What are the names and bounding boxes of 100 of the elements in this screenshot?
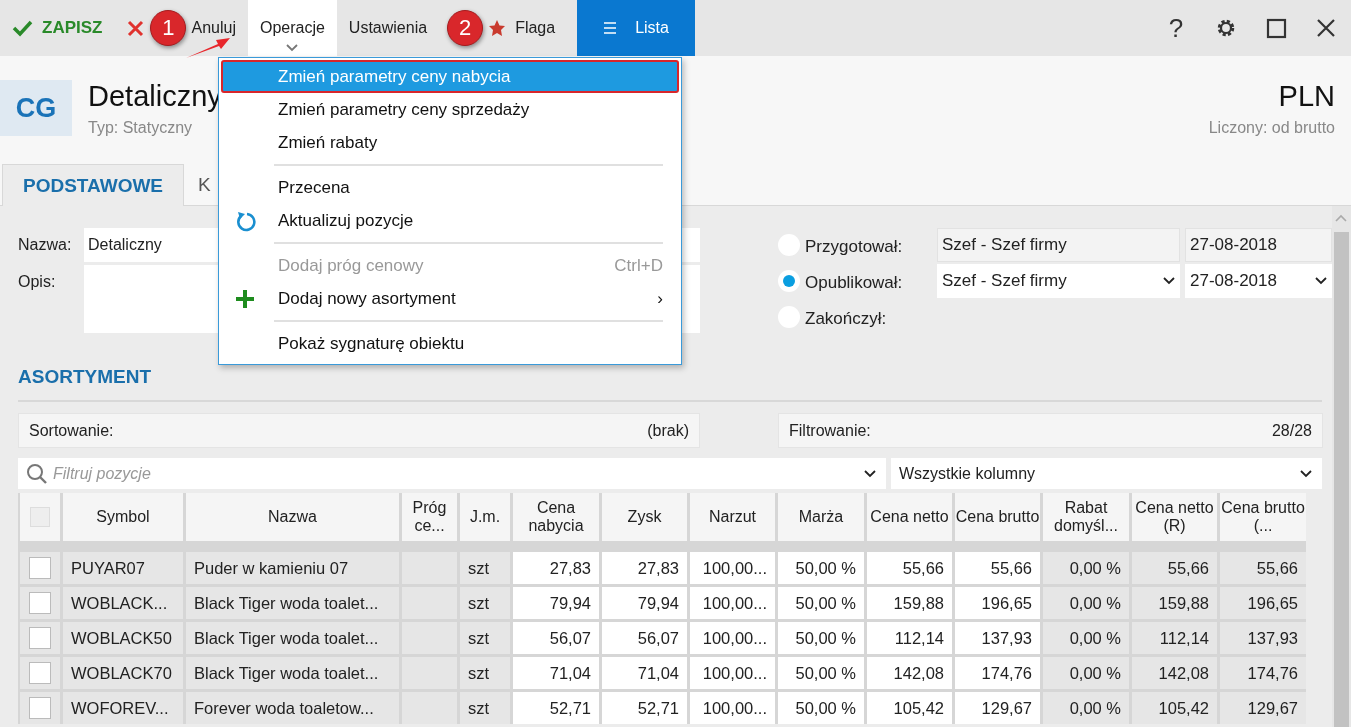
radio-button[interactable] bbox=[778, 270, 800, 292]
table-cell: 174,76 bbox=[955, 657, 1040, 689]
checkbox[interactable] bbox=[29, 662, 51, 684]
scrollbar[interactable] bbox=[1332, 206, 1351, 727]
table-cell: 55,66 bbox=[867, 552, 952, 584]
table-cell: 100,00... bbox=[690, 622, 775, 654]
refresh-icon bbox=[235, 211, 257, 233]
list-button[interactable]: Lista bbox=[577, 0, 695, 56]
save-button[interactable]: ZAPISZ bbox=[0, 0, 115, 56]
table-cell: 79,94 bbox=[513, 587, 599, 619]
table-cell: 0,00 % bbox=[1043, 622, 1129, 654]
menu-icon bbox=[603, 21, 618, 35]
table-cell: 55,66 bbox=[1220, 552, 1306, 584]
filtering-value: 28/28 bbox=[1271, 421, 1312, 440]
date-dropdown[interactable]: 27-08-2018 bbox=[1185, 264, 1332, 298]
table-cell: 55,66 bbox=[1132, 552, 1217, 584]
column-header[interactable]: Cena netto bbox=[867, 493, 952, 544]
column-header[interactable]: Cena netto (R) bbox=[1132, 493, 1217, 544]
shortcut-label: Ctrl+D bbox=[614, 255, 663, 276]
flag-button[interactable]: 2 Flaga bbox=[439, 0, 568, 56]
table-cell: 55,66 bbox=[955, 552, 1040, 584]
table-cell: 196,65 bbox=[955, 587, 1040, 619]
operations-menu[interactable]: Operacje bbox=[247, 0, 337, 56]
column-header[interactable]: Cena brutto (... bbox=[1220, 493, 1306, 544]
table-cell: 50,00 % bbox=[778, 622, 864, 654]
column-header[interactable]: Cena brutto bbox=[955, 493, 1040, 544]
checkbox[interactable] bbox=[29, 592, 51, 614]
menu-item[interactable]: Zmień parametry ceny sprzedaży bbox=[221, 93, 679, 126]
column-header[interactable]: Zysk bbox=[602, 493, 687, 544]
column-header[interactable]: Nazwa bbox=[186, 493, 399, 544]
table-cell: 174,76 bbox=[1220, 657, 1306, 689]
document-type: Typ: Statyczny bbox=[88, 118, 193, 137]
table-cell: 52,71 bbox=[513, 692, 599, 724]
tab[interactable]: PODSTAWOWE bbox=[2, 164, 185, 206]
column-header[interactable]: Próg ce... bbox=[402, 493, 457, 544]
menu-item[interactable]: Zmień rabaty bbox=[221, 126, 679, 159]
table-cell: Forever woda toaletow... bbox=[186, 692, 399, 724]
table-cell: 105,42 bbox=[1132, 692, 1217, 724]
scroll-up-icon bbox=[1335, 214, 1347, 223]
field-label: Zakończył: bbox=[805, 308, 888, 330]
table-cell: szt bbox=[460, 552, 510, 584]
cancel-button[interactable]: 1 Anuluj bbox=[114, 0, 248, 56]
check-icon bbox=[12, 18, 33, 38]
maximize-icon bbox=[1265, 17, 1287, 39]
table-cell: 137,93 bbox=[955, 622, 1040, 654]
table-cell: 100,00... bbox=[690, 657, 775, 689]
step-marker: 2 bbox=[447, 10, 484, 46]
column-header[interactable]: Cena nabycia bbox=[513, 493, 599, 544]
table-cell: szt bbox=[460, 587, 510, 619]
step-marker: 1 bbox=[150, 10, 187, 46]
table-cell: 0,00 % bbox=[1043, 692, 1129, 724]
table-cell: 142,08 bbox=[1132, 657, 1217, 689]
checkbox[interactable] bbox=[29, 697, 51, 719]
column-header[interactable]: Rabat domyśl... bbox=[1043, 493, 1129, 544]
table-cell: WOBLACK70 bbox=[63, 657, 183, 689]
plus-icon bbox=[235, 289, 255, 309]
table-cell: 27,83 bbox=[513, 552, 599, 584]
person-dropdown[interactable]: Szef - Szef firmy bbox=[937, 264, 1180, 298]
table-cell: szt bbox=[460, 657, 510, 689]
table-cell: 71,04 bbox=[602, 657, 687, 689]
table-cell: PUYAR07 bbox=[63, 552, 183, 584]
menu-item[interactable]: Aktualizuj pozycje bbox=[221, 204, 679, 237]
settings-menu[interactable]: Ustawienia bbox=[336, 0, 440, 56]
cross-icon bbox=[126, 18, 146, 38]
person-field[interactable]: Szef - Szef firmy bbox=[937, 228, 1180, 262]
search-icon bbox=[26, 463, 47, 484]
calculation-mode: Liczony: od brutto bbox=[1208, 118, 1335, 137]
table-cell: szt bbox=[460, 692, 510, 724]
columns-dropdown[interactable]: Wszystkie kolumny bbox=[891, 458, 1322, 489]
table-cell: 100,00... bbox=[690, 587, 775, 619]
date-field[interactable]: 27-08-2018 bbox=[1185, 228, 1332, 262]
chevron-down-icon bbox=[864, 469, 876, 478]
table-cell: 112,14 bbox=[867, 622, 952, 654]
table-cell: 142,08 bbox=[867, 657, 952, 689]
table-cell: 137,93 bbox=[1220, 622, 1306, 654]
filtering-label: Filtrowanie: bbox=[789, 421, 871, 440]
table-cell: 159,88 bbox=[867, 587, 952, 619]
column-header[interactable]: J.m. bbox=[460, 493, 510, 544]
help-button[interactable]: ? bbox=[1151, 0, 1201, 56]
table-cell: 27,83 bbox=[602, 552, 687, 584]
chevron-down-icon bbox=[1163, 277, 1175, 285]
settings-icon bbox=[1215, 17, 1237, 39]
document-title: Detaliczny bbox=[88, 79, 222, 113]
table-cell: WOBLACK... bbox=[63, 587, 183, 619]
table-cell: Black Tiger woda toalet... bbox=[186, 587, 399, 619]
table-cell: Puder w kamieniu 07 bbox=[186, 552, 399, 584]
checkbox[interactable] bbox=[29, 627, 51, 649]
table-cell: 100,00... bbox=[690, 552, 775, 584]
table-cell: 0,00 % bbox=[1043, 552, 1129, 584]
table-cell: 129,67 bbox=[955, 692, 1040, 724]
table-cell: 50,00 % bbox=[778, 552, 864, 584]
checkbox[interactable] bbox=[29, 557, 51, 579]
table-cell: 56,07 bbox=[513, 622, 599, 654]
column-header[interactable]: Marża bbox=[778, 493, 864, 544]
column-header[interactable]: Narzut bbox=[690, 493, 775, 544]
table-cell: 71,04 bbox=[513, 657, 599, 689]
checkbox[interactable] bbox=[30, 507, 50, 527]
star-icon bbox=[488, 19, 507, 37]
menu-item[interactable]: Dodaj nowy asortyment › bbox=[221, 282, 679, 315]
column-header[interactable]: Symbol bbox=[63, 493, 183, 544]
